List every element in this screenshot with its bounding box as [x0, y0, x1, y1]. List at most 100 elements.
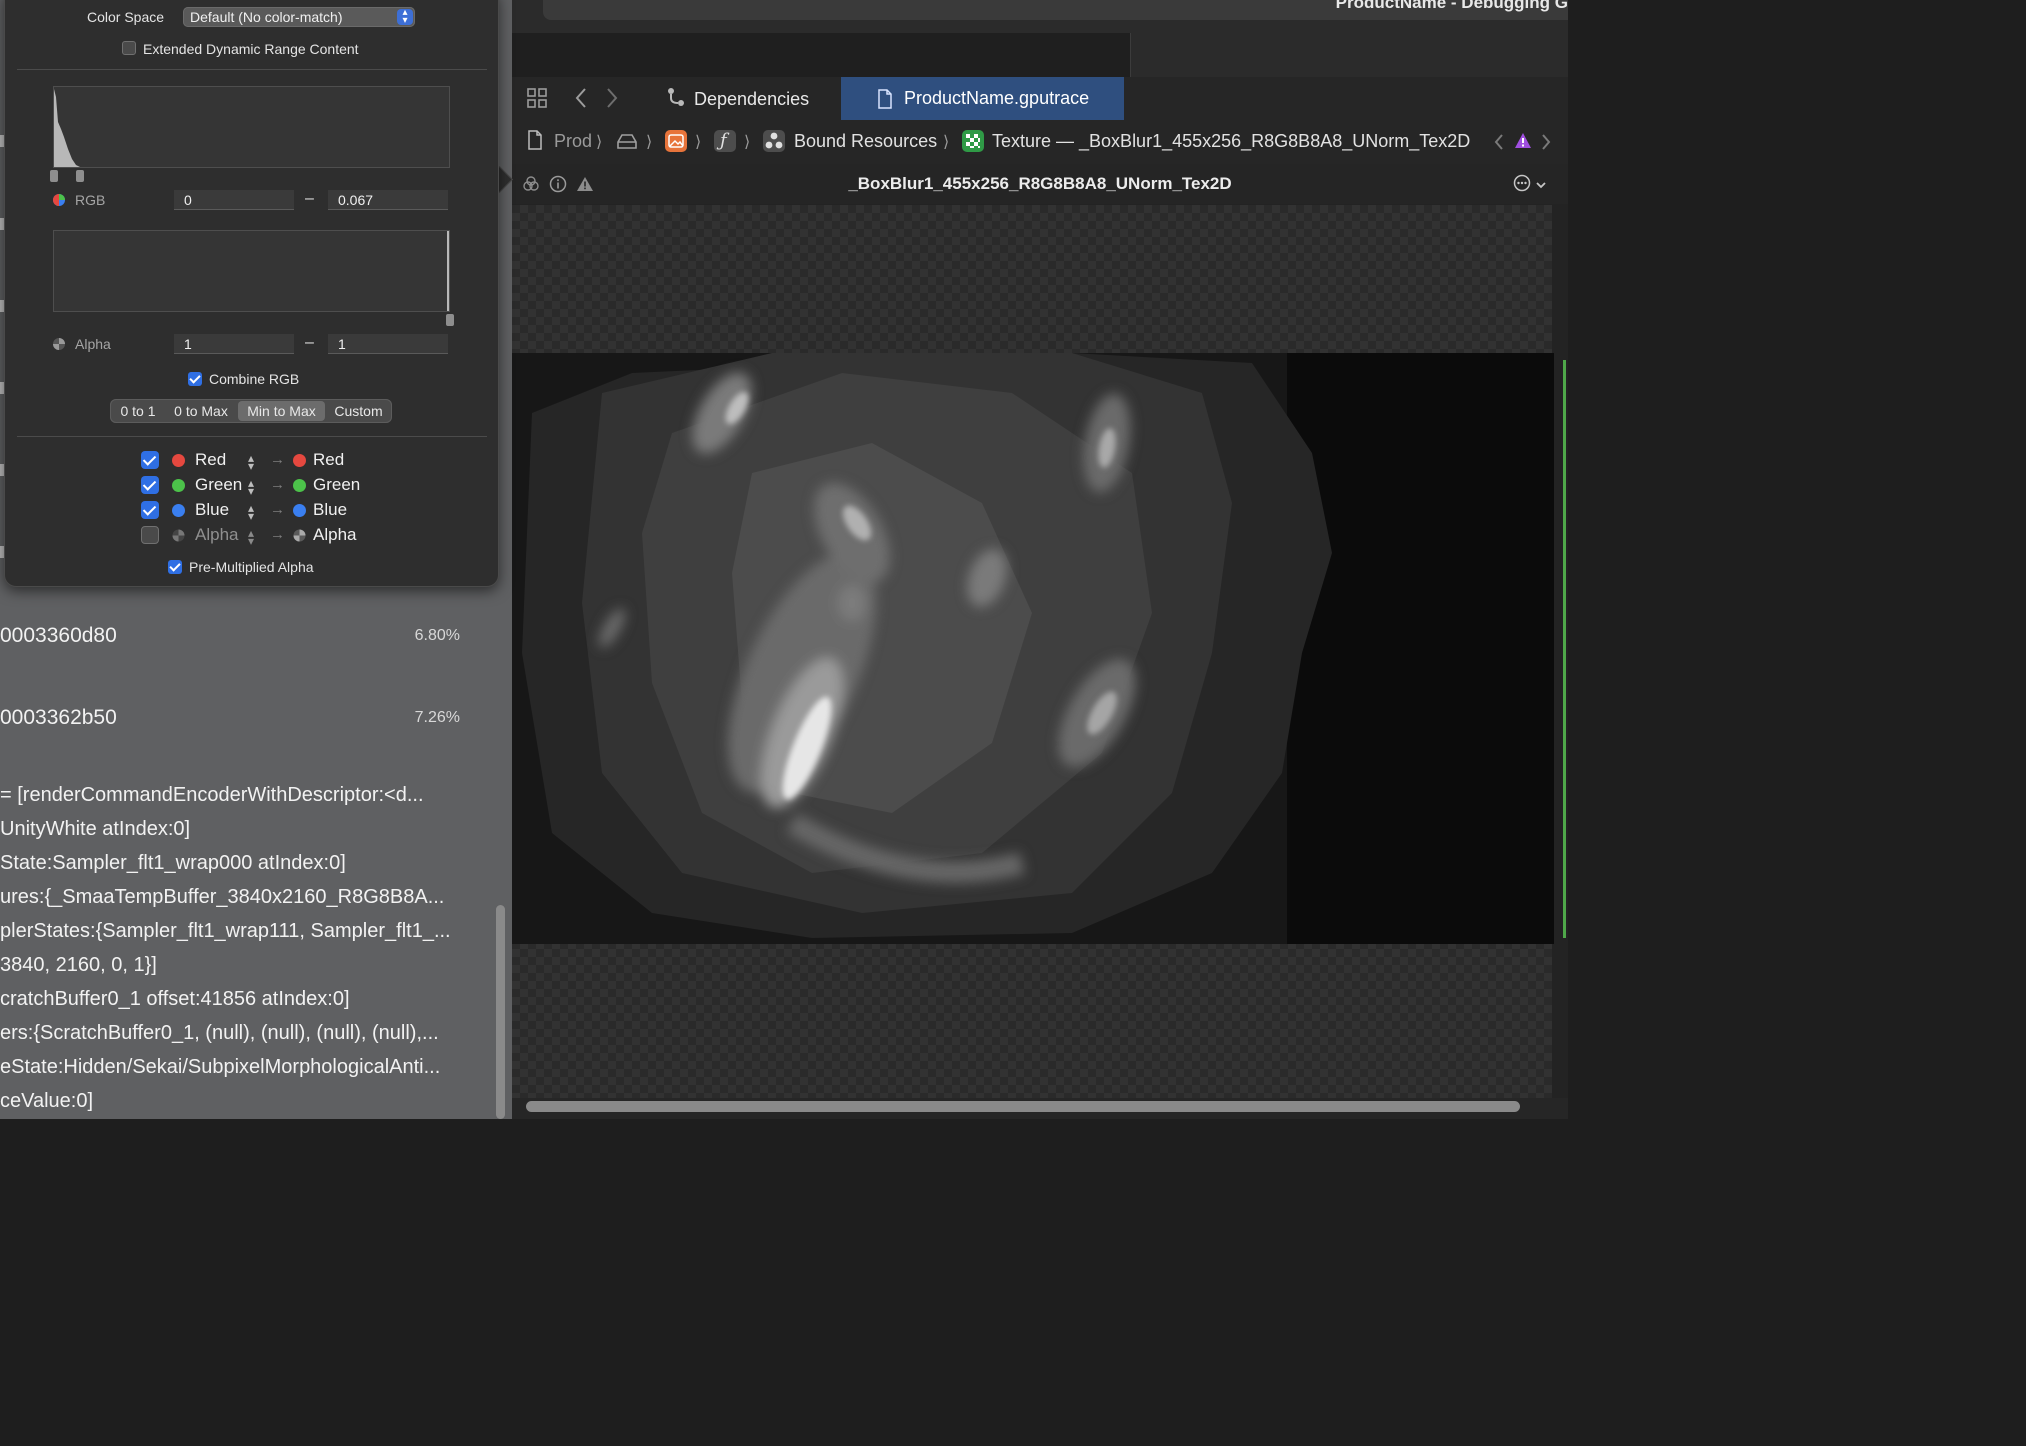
arrow-right-icon: → — [270, 451, 285, 468]
premultiplied-alpha-checkbox[interactable] — [168, 560, 182, 574]
color-space-value: Default (No color-match) — [190, 9, 343, 25]
breadcrumb-product[interactable]: Prod — [554, 131, 592, 152]
command-row[interactable]: cratchBuffer0_1 offset:41856 atIndex:0] — [0, 988, 350, 1011]
document-icon — [877, 89, 893, 114]
arrow-right-icon: → — [270, 476, 285, 493]
green-target-label: Green — [313, 475, 361, 494]
rgb-max-field[interactable]: 0.067 — [328, 190, 448, 210]
red-channel-checkbox[interactable] — [141, 451, 159, 469]
updown-icon: ▴ ▾ — [397, 8, 413, 26]
document-icon — [527, 130, 543, 155]
capture-icon[interactable] — [616, 132, 638, 155]
command-row[interactable]: ceValue:0] — [0, 1090, 93, 1113]
rgb-histogram[interactable] — [53, 86, 450, 168]
green-channel-checkbox[interactable] — [141, 476, 159, 494]
list-item[interactable]: 0003362b50 7.26% — [0, 706, 512, 730]
bound-resources-icon[interactable] — [763, 130, 785, 152]
command-row[interactable]: eState:Hidden/Sekai/SubpixelMorphologica… — [0, 1056, 440, 1079]
red-dot-icon — [293, 454, 306, 467]
ellipsis-circle-icon — [1513, 174, 1531, 197]
forward-icon[interactable] — [604, 86, 620, 115]
function-icon[interactable]: ƒ — [714, 130, 736, 152]
channel-row-red: Red ▴ ▾ → Red — [1, 450, 494, 474]
breadcrumb-texture[interactable]: Texture — _BoxBlur1_455x256_R8G8B8A8_UNo… — [992, 131, 1470, 152]
edr-checkbox[interactable] — [122, 41, 136, 55]
command-row[interactable]: State:Sampler_flt1_wrap000 atIndex:0] — [0, 852, 346, 875]
range-0-to-max[interactable]: 0 to Max — [166, 401, 236, 421]
command-row[interactable]: UnityWhite atIndex:0] — [0, 818, 190, 841]
tab-productname-gputrace[interactable]: ProductName.gputrace — [841, 77, 1124, 120]
divider — [17, 436, 487, 437]
warning-icon[interactable] — [1513, 131, 1533, 156]
buffer-address: 0003360d80 — [0, 624, 117, 647]
buffer-percent: 6.80% — [414, 627, 460, 644]
alpha-min-field[interactable]: 1 — [174, 334, 294, 354]
chevron-right-icon: ⟩ — [596, 134, 603, 151]
divider — [17, 69, 487, 70]
rgb-min-handle[interactable] — [50, 170, 58, 182]
range-dash: – — [305, 190, 314, 207]
grid-icon[interactable] — [526, 87, 548, 114]
image-icon[interactable] — [665, 130, 687, 152]
alpha-max-field[interactable]: 1 — [328, 334, 448, 354]
color-space-select[interactable]: Default (No color-match) ▴ ▾ — [183, 7, 415, 27]
list-item[interactable]: 0003360d80 6.80% — [0, 624, 512, 648]
horizontal-scrollbar[interactable] — [526, 1101, 1520, 1112]
alpha-histogram[interactable] — [53, 230, 450, 312]
arrow-right-icon: → — [270, 526, 285, 543]
title-area: ProductName - Debugging G — [543, 0, 1568, 20]
command-row[interactable]: ures:{_SmaaTempBuffer_3840x2160_R8G8B8A.… — [0, 886, 444, 909]
alpha-icon — [52, 337, 66, 356]
previous-issue-icon[interactable] — [1492, 132, 1506, 157]
rgb-icon — [52, 193, 66, 212]
updown-icon: ▴ ▾ — [248, 526, 255, 548]
channel-row-green: Green ▴ ▾ → Green — [1, 475, 494, 499]
back-icon[interactable] — [573, 86, 589, 115]
buffer-percent: 7.26% — [414, 709, 460, 726]
alpha-source-select[interactable]: Alpha — [195, 525, 238, 545]
chevron-down-icon — [1535, 177, 1547, 195]
rgb-max-handle[interactable] — [76, 170, 84, 182]
selection-edge — [1563, 360, 1566, 938]
command-row[interactable]: 3840, 2160, 0, 1}] — [0, 954, 157, 977]
texture-preview[interactable] — [512, 353, 1554, 944]
window-title: ProductName - Debugging G — [1335, 0, 1568, 12]
color-space-label: Color Space — [87, 9, 165, 25]
texture-display-popover: Color Space Default (No color-match) ▴ ▾ … — [4, 0, 499, 587]
alpha-dot-icon — [172, 529, 185, 547]
tab-label: Dependencies — [694, 89, 810, 109]
alpha-dot-icon — [293, 529, 306, 547]
dependencies-icon — [666, 86, 686, 113]
command-row[interactable]: = [renderCommandEncoderWithDescriptor:<d… — [0, 784, 424, 807]
blue-target-label: Blue — [313, 500, 348, 519]
combine-rgb-checkbox[interactable] — [188, 372, 202, 386]
edr-label: Extended Dynamic Range Content — [143, 41, 359, 57]
more-options-button[interactable] — [1513, 174, 1547, 197]
tab-label: ProductName.gputrace — [904, 88, 1090, 108]
red-source-select[interactable]: Red — [195, 450, 226, 470]
tab-dependencies[interactable]: Dependencies — [666, 86, 809, 113]
rgb-min-field[interactable]: 0 — [174, 190, 294, 210]
command-row[interactable]: ers:{ScratchBuffer0_1, (null), (null), (… — [0, 1022, 439, 1045]
navigator-scrollbar[interactable] — [496, 905, 505, 1119]
blue-channel-checkbox[interactable] — [141, 501, 159, 519]
red-target-label: Red — [313, 450, 345, 469]
range-custom[interactable]: Custom — [327, 401, 390, 421]
range-min-to-max[interactable]: Min to Max — [238, 401, 325, 421]
combine-rgb-label: Combine RGB — [209, 371, 300, 387]
range-0-to-1[interactable]: 0 to 1 — [112, 401, 164, 421]
chevron-right-icon: ⟩ — [943, 134, 950, 151]
command-row[interactable]: plerStates:{Sampler_flt1_wrap111, Sample… — [0, 920, 451, 943]
alpha-channel-checkbox[interactable] — [141, 526, 159, 544]
breadcrumb-bound-resources[interactable]: Bound Resources — [794, 131, 937, 152]
green-source-select[interactable]: Green — [195, 475, 242, 495]
updown-icon: ▴ ▾ — [248, 476, 255, 498]
green-dot-icon — [172, 479, 185, 492]
texture-icon[interactable] — [962, 130, 984, 152]
alpha-handle[interactable] — [446, 314, 454, 326]
updown-icon: ▴ ▾ — [248, 501, 255, 523]
viewer-title: _BoxBlur1_455x256_R8G8B8A8_UNorm_Tex2D — [848, 174, 1232, 193]
next-issue-icon[interactable] — [1539, 132, 1553, 157]
blue-source-select[interactable]: Blue — [195, 500, 229, 520]
alpha-label: Alpha — [75, 336, 111, 352]
